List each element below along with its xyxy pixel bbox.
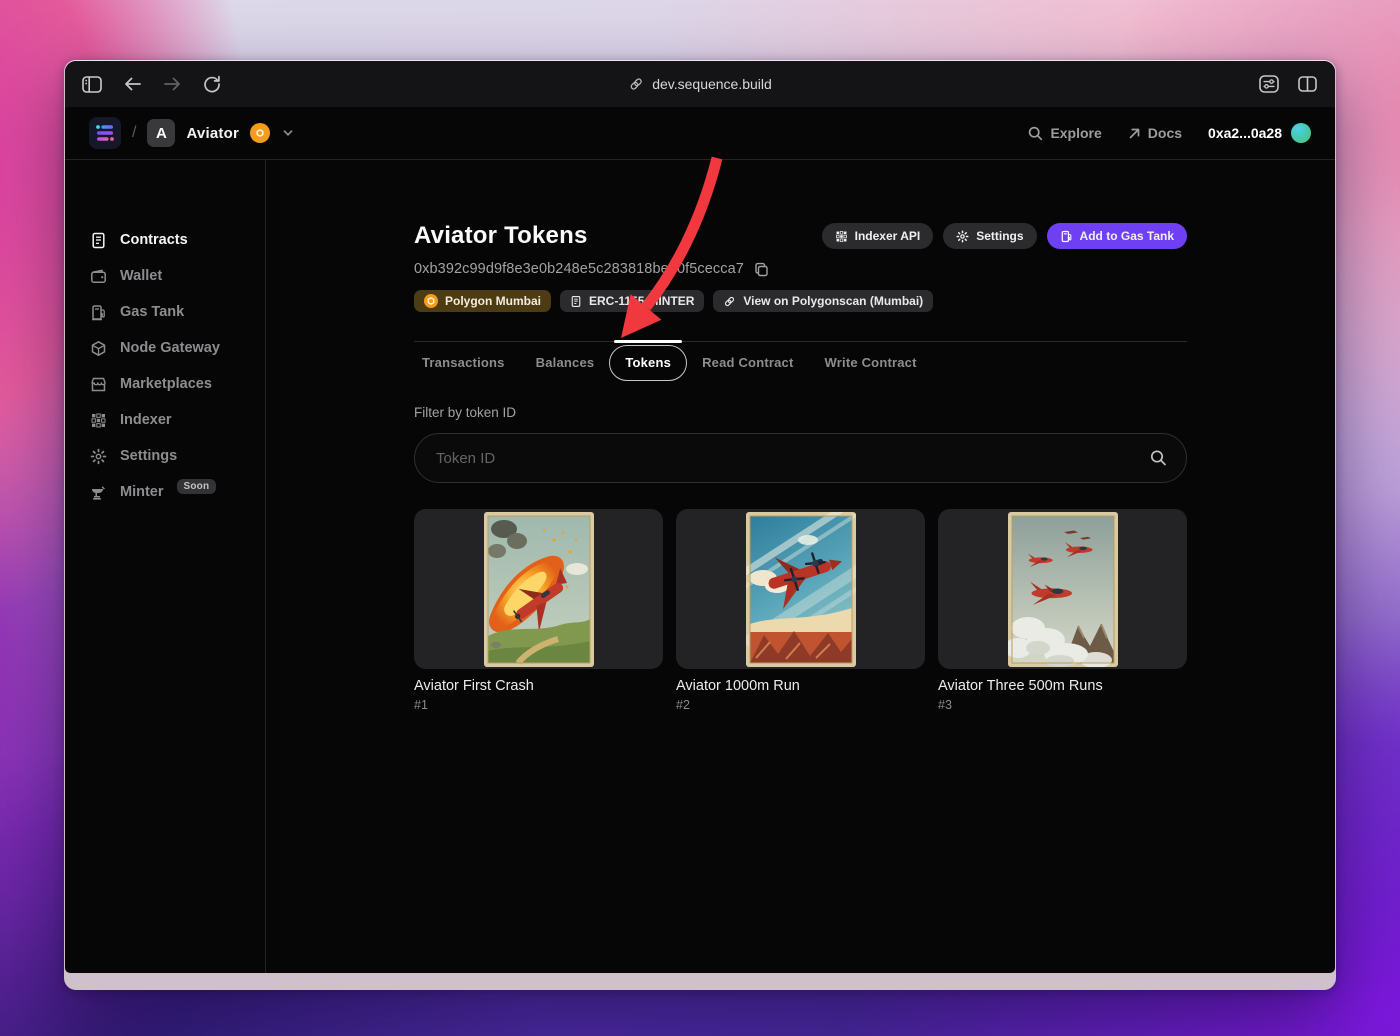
gear-icon — [90, 448, 107, 465]
sidebar-item-wallet[interactable]: Wallet — [65, 258, 265, 294]
link-icon — [628, 76, 644, 92]
tab-balances[interactable]: Balances — [534, 342, 597, 380]
token-id: #1 — [414, 698, 428, 712]
tab-write-contract[interactable]: Write Contract — [823, 342, 919, 380]
contract-settings-button[interactable]: Settings — [943, 223, 1037, 249]
arrow-up-right-icon — [1128, 127, 1141, 140]
browser-window: dev.sequence.build / A Aviator Explore D… — [64, 60, 1336, 990]
sequence-logo[interactable] — [89, 117, 121, 149]
polygonscan-link-badge[interactable]: View on Polygonscan (Mumbai) — [713, 290, 934, 312]
wallet-address-chip[interactable]: 0xa2...0a28 — [1208, 123, 1311, 143]
token-card[interactable] — [676, 509, 925, 669]
sidebar-item-node-gateway[interactable]: Node Gateway — [65, 330, 265, 366]
token-name: Aviator First Crash — [414, 678, 534, 694]
breadcrumb-separator: / — [132, 124, 137, 141]
token-id: #3 — [938, 698, 952, 712]
storefront-icon — [90, 376, 107, 393]
token-card[interactable] — [938, 509, 1187, 669]
add-to-gas-tank-button[interactable]: Add to Gas Tank — [1046, 223, 1187, 249]
sidebar-item-settings[interactable]: Settings — [65, 438, 265, 474]
url-bar[interactable]: dev.sequence.build — [628, 61, 772, 107]
sidebar-item-gas-tank[interactable]: Gas Tank — [65, 294, 265, 330]
gas-tank-icon — [90, 304, 107, 321]
tab-transactions[interactable]: Transactions — [420, 342, 507, 380]
sidebar-item-marketplaces[interactable]: Marketplaces — [65, 366, 265, 402]
forward-icon[interactable] — [163, 76, 182, 92]
token-name: Aviator 1000m Run — [676, 678, 800, 694]
soon-badge: Soon — [176, 478, 217, 494]
page-settings-icon[interactable] — [1259, 75, 1279, 93]
token-id: #2 — [676, 698, 690, 712]
anvil-icon — [90, 484, 107, 501]
wallet-icon — [90, 268, 107, 285]
filter-label: Filter by token ID — [414, 405, 517, 420]
contracts-icon — [90, 232, 107, 249]
sidebar-item-minter[interactable]: Minter Soon — [65, 474, 265, 510]
polygon-network-icon — [249, 123, 270, 143]
token-card[interactable] — [414, 509, 663, 669]
wallet-avatar — [1291, 123, 1311, 143]
chevron-down-icon[interactable] — [281, 126, 295, 140]
token-image-formation — [1007, 511, 1118, 667]
token-name: Aviator Three 500m Runs — [938, 678, 1103, 694]
reload-icon[interactable] — [203, 75, 221, 93]
sidebar-item-indexer[interactable]: Indexer — [65, 402, 265, 438]
search-icon[interactable] — [1150, 450, 1167, 467]
grid-icon — [90, 412, 107, 429]
sidebar-item-contracts[interactable]: Contracts — [65, 222, 265, 258]
network-badge[interactable]: Polygon Mumbai — [414, 290, 551, 312]
copy-icon[interactable] — [754, 262, 769, 277]
wallet-address: 0xa2...0a28 — [1208, 125, 1282, 141]
sidebar-toggle-icon[interactable] — [82, 75, 102, 93]
token-image-run — [745, 511, 856, 667]
split-view-icon[interactable] — [1298, 76, 1317, 92]
project-avatar[interactable]: A — [147, 119, 176, 147]
app-header: / A Aviator Explore Docs 0xa2...0a28 — [65, 107, 1335, 159]
tab-tokens[interactable]: Tokens — [609, 340, 688, 381]
token-id-input[interactable] — [414, 433, 1187, 483]
indexer-api-button[interactable]: Indexer API — [821, 223, 934, 249]
page-title: Aviator Tokens — [414, 222, 588, 249]
main-content: Aviator Tokens Indexer API Settings Add … — [266, 160, 1335, 973]
active-tab-indicator — [614, 340, 683, 343]
tab-bar: Transactions Balances Tokens Read Contra… — [414, 340, 1187, 381]
explore-link[interactable]: Explore — [1028, 125, 1102, 141]
token-image-crash — [483, 511, 594, 667]
browser-toolbar: dev.sequence.build — [65, 61, 1335, 107]
contract-address: 0xb392c99d9f8e3e0b248e5c283818beb0f5cecc… — [414, 261, 744, 277]
project-name[interactable]: Aviator — [186, 125, 239, 142]
back-icon[interactable] — [123, 76, 142, 92]
sidebar: Contracts Wallet Gas Tank Node Gateway M… — [65, 160, 266, 973]
url-text: dev.sequence.build — [652, 76, 772, 92]
contract-type-badge[interactable]: ERC-1155-MINTER — [560, 290, 705, 312]
docs-link[interactable]: Docs — [1128, 125, 1182, 141]
search-icon — [1028, 126, 1043, 141]
tab-read-contract[interactable]: Read Contract — [700, 342, 795, 380]
cube-icon — [90, 340, 107, 357]
